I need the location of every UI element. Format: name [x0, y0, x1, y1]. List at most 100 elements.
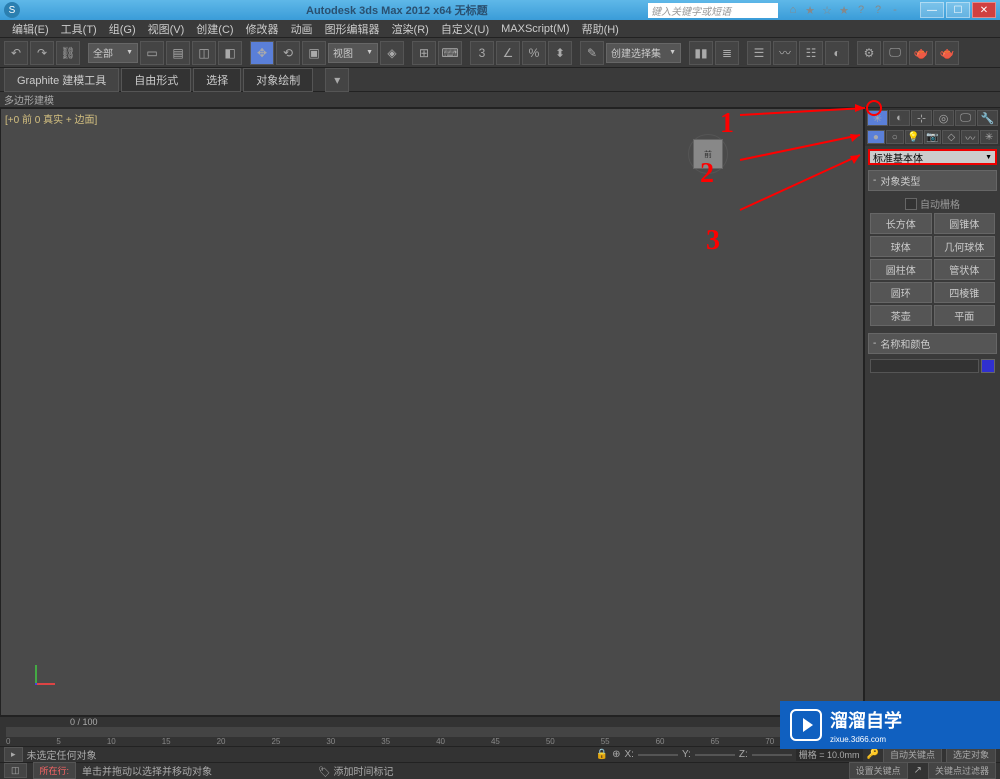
- close-button[interactable]: ✕: [972, 2, 996, 18]
- motion-tab[interactable]: ◎: [933, 110, 954, 126]
- star-icon[interactable]: ★: [803, 3, 817, 17]
- menu-help[interactable]: 帮助(H): [576, 21, 625, 37]
- scale-button[interactable]: ▣: [302, 41, 326, 65]
- ribbon-toggle-icon[interactable]: ▾: [325, 68, 349, 92]
- menu-views[interactable]: 视图(V): [142, 21, 191, 37]
- z-coord[interactable]: [752, 754, 792, 756]
- angle-snap[interactable]: ∠: [496, 41, 520, 65]
- viewcube[interactable]: 前: [693, 139, 723, 169]
- selection-set-dropdown[interactable]: 创建选择集: [606, 43, 681, 63]
- select-button[interactable]: ▭: [140, 41, 164, 65]
- teapot-button[interactable]: 茶壶: [870, 305, 932, 326]
- schematic-button[interactable]: ☷: [799, 41, 823, 65]
- help2-icon[interactable]: ?: [871, 3, 885, 17]
- setkey-button[interactable]: 设置关键点: [849, 762, 908, 779]
- help-search-input[interactable]: 键入关键字或短语: [648, 3, 778, 18]
- menu-animation[interactable]: 动画: [285, 21, 319, 37]
- systems-tab[interactable]: ✳: [980, 130, 998, 144]
- align-button[interactable]: ≣: [715, 41, 739, 65]
- dash-icon[interactable]: -: [888, 3, 902, 17]
- lights-tab[interactable]: 💡: [905, 130, 923, 144]
- layers-button[interactable]: ☰: [747, 41, 771, 65]
- cone-button[interactable]: 圆锥体: [934, 213, 996, 234]
- utilities-tab[interactable]: 🔧: [977, 110, 998, 126]
- minimize-button[interactable]: —: [920, 2, 944, 18]
- help-icon[interactable]: ?: [854, 3, 868, 17]
- star2-icon[interactable]: ★: [837, 3, 851, 17]
- render-prod-button[interactable]: 🫖: [909, 41, 933, 65]
- pyramid-button[interactable]: 四棱锥: [934, 282, 996, 303]
- spacewarps-tab[interactable]: 〰: [961, 130, 979, 144]
- cameras-tab[interactable]: 📷: [924, 130, 942, 144]
- poly-modeling-label[interactable]: 多边形建模: [4, 92, 54, 107]
- material-editor-button[interactable]: ◐: [825, 41, 849, 65]
- listener-btn[interactable]: ◫: [4, 763, 27, 778]
- object-color-swatch[interactable]: [981, 359, 995, 373]
- geometry-tab[interactable]: ●: [867, 130, 885, 144]
- menu-edit[interactable]: 编辑(E): [6, 21, 55, 37]
- viewport[interactable]: [+0 前 0 真实 + 边面] 前: [0, 108, 864, 716]
- primitives-dropdown[interactable]: 标准基本体: [868, 149, 997, 165]
- y-coord[interactable]: [695, 754, 735, 756]
- selection-set-edit[interactable]: ✎: [580, 41, 604, 65]
- script-btn[interactable]: ▸: [4, 747, 23, 762]
- refcoord-dropdown[interactable]: 视图: [328, 43, 378, 63]
- create-tab[interactable]: ✳: [867, 110, 888, 126]
- sphere-button[interactable]: 球体: [870, 236, 932, 257]
- viewport-label[interactable]: [+0 前 0 真实 + 边面]: [5, 111, 97, 126]
- snap-toggle[interactable]: 3: [470, 41, 494, 65]
- display-tab[interactable]: 🖵: [955, 110, 976, 126]
- menu-customize[interactable]: 自定义(U): [435, 21, 495, 37]
- render-frame-button[interactable]: 🖵: [883, 41, 907, 65]
- app-icon[interactable]: S: [4, 2, 20, 18]
- shapes-tab[interactable]: ○: [886, 130, 904, 144]
- geosphere-button[interactable]: 几何球体: [934, 236, 996, 257]
- selection-filter[interactable]: 全部: [88, 43, 138, 63]
- menu-modifiers[interactable]: 修改器: [240, 21, 285, 37]
- object-type-rollout[interactable]: 对象类型: [868, 170, 997, 191]
- favorite-icon[interactable]: ☆: [820, 3, 834, 17]
- maximize-button[interactable]: ☐: [946, 2, 970, 18]
- menu-group[interactable]: 组(G): [103, 21, 142, 37]
- tab-freeform[interactable]: 自由形式: [121, 68, 191, 92]
- render-button[interactable]: 🫖: [935, 41, 959, 65]
- menu-rendering[interactable]: 渲染(R): [386, 21, 435, 37]
- mirror-button[interactable]: ▮▮: [689, 41, 713, 65]
- tab-graphite[interactable]: Graphite 建模工具: [4, 68, 119, 92]
- menu-create[interactable]: 创建(C): [190, 21, 239, 37]
- undo-button[interactable]: ↶: [4, 41, 28, 65]
- torus-button[interactable]: 圆环: [870, 282, 932, 303]
- move-button[interactable]: ✥: [250, 41, 274, 65]
- rotate-button[interactable]: ⟲: [276, 41, 300, 65]
- curve-editor-button[interactable]: 〰: [773, 41, 797, 65]
- menu-maxscript[interactable]: MAXScript(M): [495, 23, 575, 35]
- object-name-input[interactable]: [870, 359, 979, 373]
- add-time-tag[interactable]: 🏷 添加时间标记: [318, 763, 393, 778]
- pivot-button[interactable]: ◈: [380, 41, 404, 65]
- menu-grapheditors[interactable]: 图形编辑器: [319, 21, 386, 37]
- box-button[interactable]: 长方体: [870, 213, 932, 234]
- cylinder-button[interactable]: 圆柱体: [870, 259, 932, 280]
- hierarchy-tab[interactable]: ⊹: [911, 110, 932, 126]
- keyboard-button[interactable]: ⌨: [438, 41, 462, 65]
- x-coord[interactable]: [638, 754, 678, 756]
- tab-paint[interactable]: 对象绘制: [243, 68, 313, 92]
- modify-tab[interactable]: ◐: [889, 110, 910, 126]
- spinner-snap[interactable]: ⬍: [548, 41, 572, 65]
- redo-button[interactable]: ↷: [30, 41, 54, 65]
- menu-tools[interactable]: 工具(T): [55, 21, 103, 37]
- window-crossing-button[interactable]: ◧: [218, 41, 242, 65]
- manipulate-button[interactable]: ⊞: [412, 41, 436, 65]
- home-icon[interactable]: ⌂: [786, 3, 800, 17]
- select-name-button[interactable]: ▤: [166, 41, 190, 65]
- keyfilter-button[interactable]: 关键点过滤器: [928, 762, 996, 779]
- tube-button[interactable]: 管状体: [934, 259, 996, 280]
- name-color-rollout[interactable]: 名称和颜色: [868, 333, 997, 354]
- percent-snap[interactable]: %: [522, 41, 546, 65]
- link-button[interactable]: ⛓: [56, 41, 80, 65]
- select-region-button[interactable]: ◫: [192, 41, 216, 65]
- autogrid-checkbox[interactable]: 自动栅格: [870, 194, 995, 213]
- render-setup-button[interactable]: ⚙: [857, 41, 881, 65]
- tab-selection[interactable]: 选择: [193, 68, 241, 92]
- plane-button[interactable]: 平面: [934, 305, 996, 326]
